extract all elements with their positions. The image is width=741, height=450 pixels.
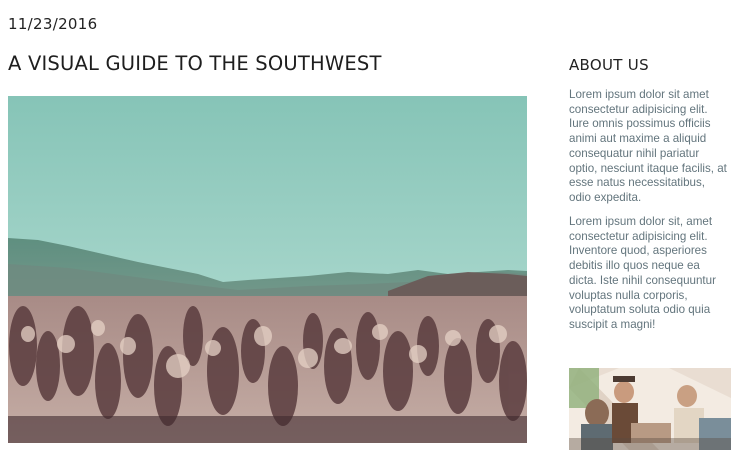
about-paragraph-1: Lorem ipsum dolor sit amet consectetur a… — [569, 88, 727, 204]
post-date: 11/23/2016 — [8, 15, 98, 33]
hero-image — [8, 96, 527, 443]
camping-thumbnail-image[interactable] — [569, 368, 731, 450]
about-paragraph-2: Lorem ipsum dolor sit, amet consectetur … — [569, 215, 716, 331]
about-sidebar: ABOUT US Lorem ipsum dolor sit amet cons… — [569, 56, 735, 331]
post-title[interactable]: A VISUAL GUIDE TO THE SOUTHWEST — [8, 52, 382, 75]
about-title: ABOUT US — [569, 56, 649, 74]
